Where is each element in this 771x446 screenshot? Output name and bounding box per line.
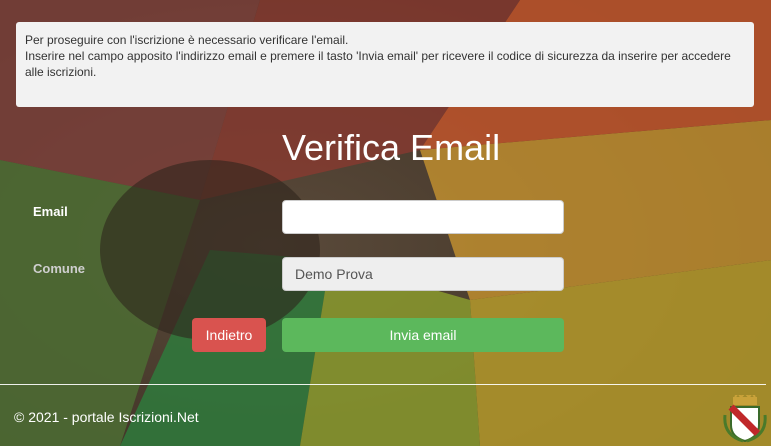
footer-divider [0,384,766,385]
page-title: Verifica Email [282,127,501,168]
notice-line-2: Inserire nel campo apposito l'indirizzo … [25,49,731,79]
notice-line-1: Per proseguire con l'iscrizione è necess… [25,33,349,47]
email-label: Email [33,204,68,219]
info-notice: Per proseguire con l'iscrizione è necess… [16,22,754,107]
send-email-button[interactable]: Invia email [282,318,564,352]
footer-copyright: © 2021 - portale Iscrizioni.Net [14,409,199,425]
comune-label: Comune [33,261,85,276]
comune-field [282,257,564,291]
back-button[interactable]: Indietro [192,318,266,352]
coat-of-arms-icon [723,395,767,443]
email-input[interactable] [282,200,564,234]
